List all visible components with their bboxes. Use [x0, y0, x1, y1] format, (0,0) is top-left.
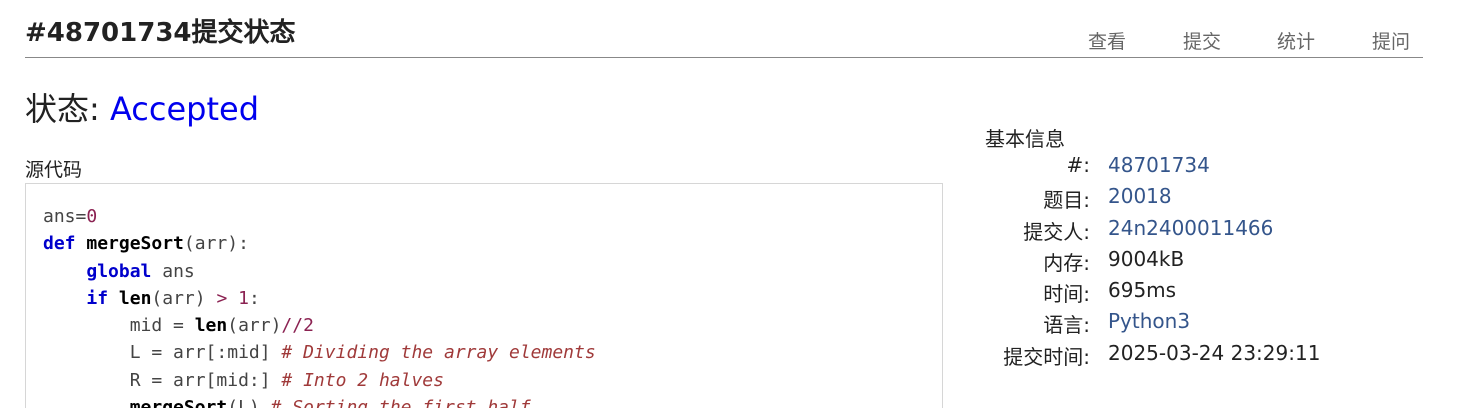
- source-code-box[interactable]: ans=0 def mergeSort(arr): global ans if …: [25, 183, 943, 408]
- nav-submit-link[interactable]: 提交: [1183, 27, 1221, 54]
- submission-status-page: #48701734提交状态 查看 提交 统计 提问 状态: Accepted 源…: [0, 0, 1457, 408]
- info-row-language: 语言: Python3: [985, 309, 1425, 340]
- info-row-submit-time: 提交时间: 2025-03-24 23:29:11: [985, 341, 1425, 372]
- info-row-time: 时间: 695ms: [985, 278, 1425, 309]
- nav-view-link[interactable]: 查看: [1088, 27, 1126, 54]
- info-row-memory: 内存: 9004kB: [985, 247, 1425, 278]
- info-key: 时间:: [1043, 282, 1090, 307]
- source-code: ans=0 def mergeSort(arr): global ans if …: [43, 206, 596, 408]
- nav-ask-link[interactable]: 提问: [1372, 27, 1410, 54]
- page-title: #48701734提交状态: [25, 18, 296, 48]
- nav-stats-link[interactable]: 统计: [1277, 27, 1315, 54]
- status-value: Accepted: [109, 90, 260, 128]
- info-key: 提交时间:: [1003, 344, 1090, 369]
- info-row-submitter: 提交人: 24n2400011466: [985, 216, 1425, 247]
- info-row-problem: 题目: 20018: [985, 184, 1425, 215]
- info-title: 基本信息: [985, 127, 1065, 151]
- info-key: #:: [1066, 153, 1091, 177]
- problem-link[interactable]: 20018: [1108, 184, 1172, 208]
- info-key: 语言:: [1043, 313, 1090, 338]
- memory-value: 9004kB: [1108, 246, 1185, 271]
- header: #48701734提交状态 查看 提交 统计 提问: [25, 0, 1423, 58]
- submit-time-value: 2025-03-24 23:29:11: [1108, 340, 1321, 365]
- submission-id-link[interactable]: 48701734: [1108, 153, 1210, 177]
- time-value: 695ms: [1108, 278, 1177, 303]
- source-code-label: 源代码: [25, 159, 83, 181]
- info-key: 题目:: [1043, 188, 1090, 213]
- info-key: 内存:: [1043, 250, 1090, 275]
- submitter-link[interactable]: 24n2400011466: [1108, 216, 1273, 240]
- info-key: 提交人:: [1023, 219, 1090, 244]
- status-label: 状态:: [25, 90, 100, 128]
- status-line: 状态: Accepted: [25, 84, 259, 130]
- language-link[interactable]: Python3: [1108, 309, 1190, 333]
- info-table: #: 48701734 题目: 20018 提交人: 24n2400011466…: [985, 153, 1425, 372]
- info-row-id: #: 48701734: [985, 153, 1425, 184]
